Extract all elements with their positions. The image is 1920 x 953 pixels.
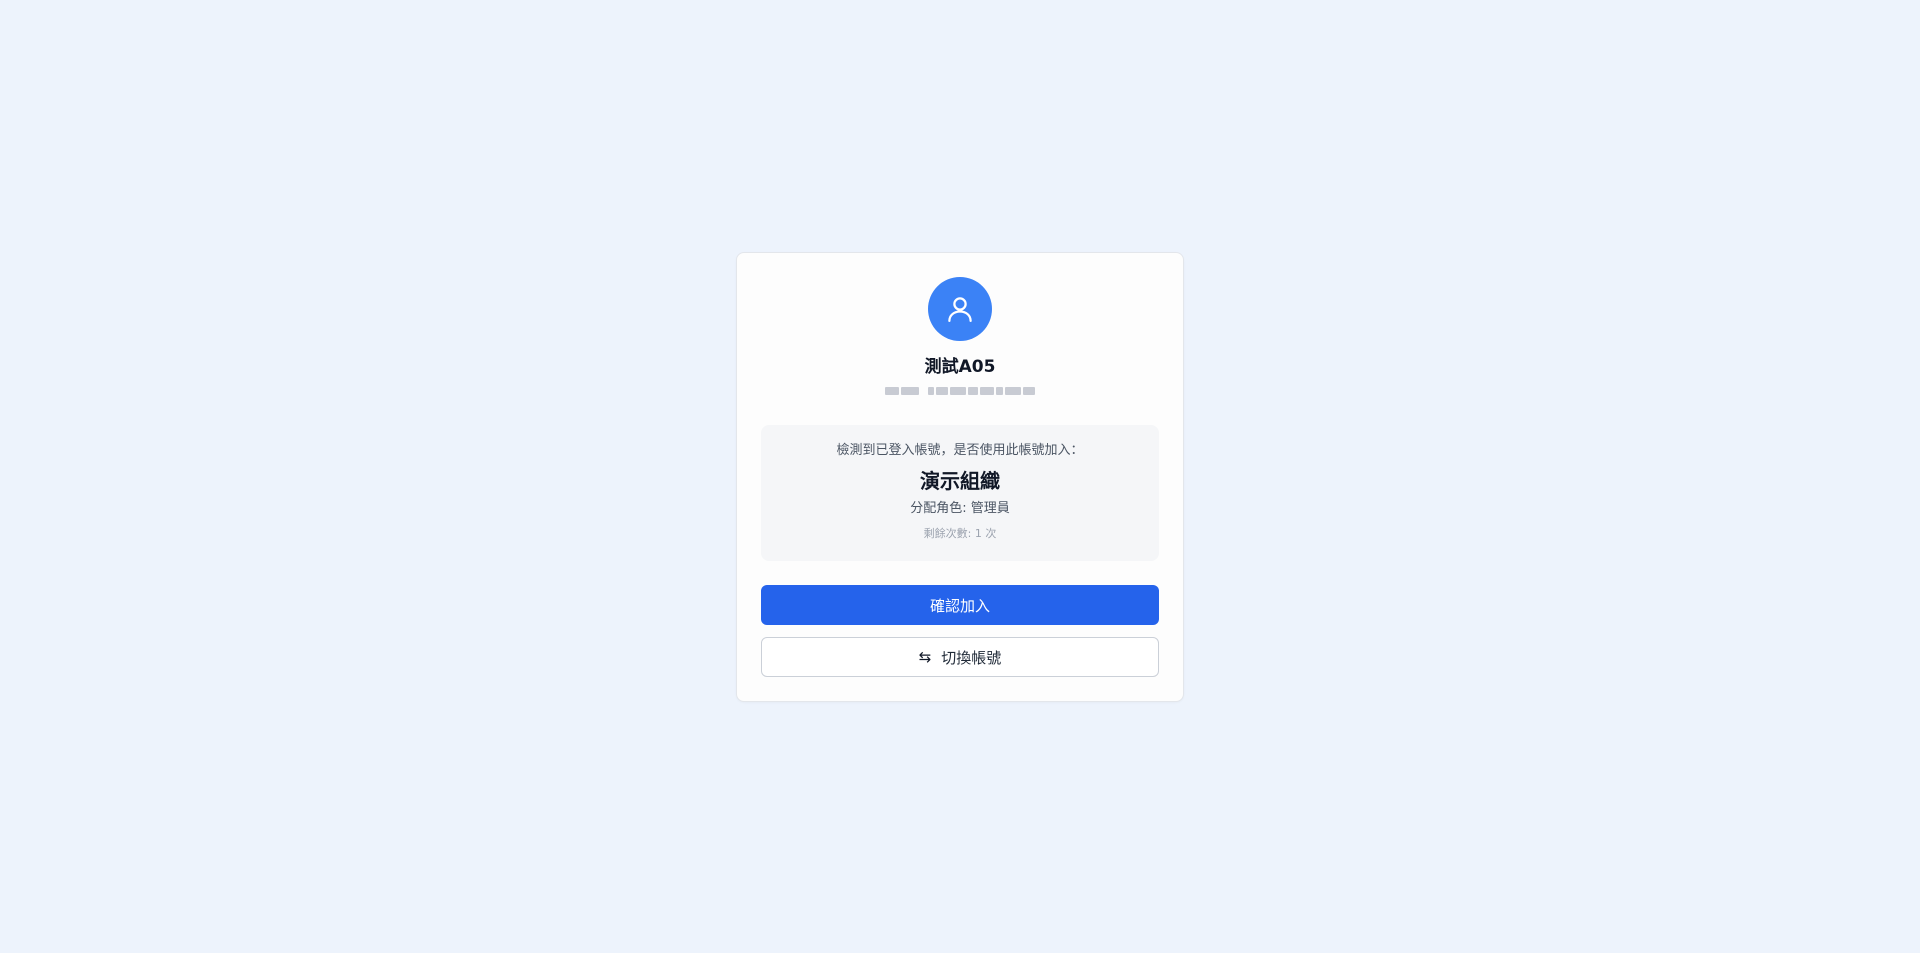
- switch-account-button[interactable]: ⇆ 切換帳號: [761, 637, 1159, 677]
- remaining-uses: 剩餘次數: 1 次: [923, 527, 997, 540]
- user-email-redacted: [885, 385, 1035, 397]
- user-name: 測試A05: [924, 357, 996, 377]
- switch-account-label: 切換帳號: [941, 648, 1002, 667]
- confirm-join-button[interactable]: 確認加入: [761, 585, 1159, 625]
- avatar: [928, 277, 992, 341]
- organization-name: 演示組織: [920, 469, 1000, 493]
- join-invitation-card: 測試A05 檢測到已登入帳號，是否使用此帳號加入： 演示組織 分配角色: 管理員…: [736, 252, 1184, 702]
- invite-prompt: 檢測到已登入帳號，是否使用此帳號加入：: [836, 443, 1084, 458]
- confirm-join-label: 確認加入: [929, 596, 990, 615]
- user-icon: [948, 297, 972, 322]
- invite-info-panel: 檢測到已登入帳號，是否使用此帳號加入： 演示組織 分配角色: 管理員 剩餘次數:…: [761, 425, 1159, 561]
- swap-icon: ⇆: [918, 648, 932, 666]
- assigned-role: 分配角色: 管理員: [910, 501, 1010, 516]
